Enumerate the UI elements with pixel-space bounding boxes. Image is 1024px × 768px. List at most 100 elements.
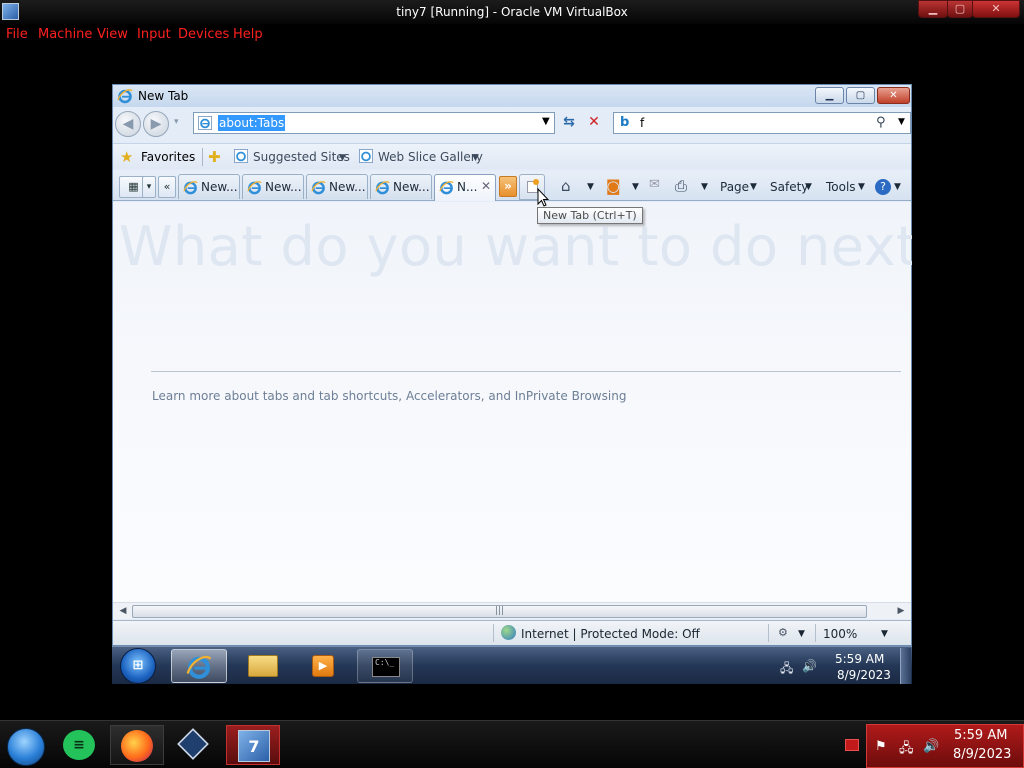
menu-machine[interactable]: Machine: [38, 27, 92, 42]
add-to-favorites-bar-icon[interactable]: ✚: [208, 148, 221, 166]
network-icon[interactable]: 🖧: [780, 659, 793, 680]
taskbar-media-player[interactable]: ▶: [296, 649, 352, 683]
address-bar[interactable]: about:Tabs ▼: [193, 112, 555, 134]
tab-active[interactable]: N... ✕: [434, 174, 496, 201]
ie-minimize-button[interactable]: ▁: [815, 87, 844, 104]
suggested-sites-link[interactable]: Suggested Sites: [253, 150, 350, 164]
chevron-down-icon[interactable]: ▼: [472, 153, 479, 163]
volume-icon[interactable]: 🔊: [802, 659, 817, 673]
chevron-down-icon[interactable]: ▼: [858, 182, 865, 192]
chevron-down-icon[interactable]: ▼: [750, 182, 757, 192]
network-icon[interactable]: 🖧: [899, 739, 914, 761]
maximize-button[interactable]: ▢: [947, 0, 973, 18]
protected-mode-icon[interactable]: ⚙: [778, 626, 788, 639]
stop-button[interactable]: ✕: [584, 114, 604, 132]
address-dropdown-icon[interactable]: ▼: [542, 116, 550, 127]
chevron-down-icon[interactable]: ▼: [881, 629, 888, 639]
tab-scroll-left-button[interactable]: «: [158, 176, 176, 198]
chevron-down-icon[interactable]: ▼: [894, 182, 901, 192]
show-desktop-button[interactable]: [900, 648, 911, 684]
chat-app-icon: ≡: [63, 730, 95, 760]
menu-help[interactable]: Help: [233, 27, 263, 42]
menu-input[interactable]: Input: [137, 27, 171, 42]
search-box[interactable]: b f ⚲ ▼: [613, 112, 911, 134]
menu-devices[interactable]: Devices: [178, 27, 229, 42]
host-clock-time[interactable]: 5:59 AM: [954, 728, 1007, 743]
firefox-icon: [121, 730, 153, 762]
start-button[interactable]: ⊞: [120, 648, 156, 684]
zoom-level[interactable]: 100%: [823, 627, 857, 641]
back-button[interactable]: ◀: [115, 111, 141, 137]
taskbar-windows-explorer[interactable]: [234, 649, 290, 683]
ie-close-button[interactable]: ✕: [877, 87, 910, 104]
learn-more-link[interactable]: Learn more about tabs and tab shortcuts,…: [152, 389, 626, 403]
search-icon[interactable]: ⚲: [876, 115, 886, 130]
folder-icon: [248, 655, 278, 677]
host-clock-date[interactable]: 8/9/2023: [953, 747, 1011, 762]
tab[interactable]: New...: [178, 174, 240, 199]
page-menu[interactable]: Page: [720, 180, 749, 194]
favorites-button[interactable]: Favorites: [141, 150, 195, 164]
safety-menu[interactable]: Safety: [770, 180, 808, 194]
tab[interactable]: New...: [242, 174, 304, 199]
new-tab-tooltip: New Tab (Ctrl+T): [537, 207, 643, 224]
action-center-flag-icon[interactable]: ⚑: [875, 739, 887, 754]
show-hidden-icons-button[interactable]: [845, 739, 859, 751]
chevron-down-icon[interactable]: ▼: [701, 182, 708, 192]
home-icon[interactable]: ⌂: [561, 177, 571, 195]
tools-menu[interactable]: Tools: [826, 180, 856, 194]
volume-icon[interactable]: 🔊: [923, 739, 939, 754]
chevron-down-icon[interactable]: ▼: [632, 182, 639, 192]
security-zone-text[interactable]: Internet | Protected Mode: Off: [521, 627, 700, 641]
help-icon[interactable]: ?: [875, 179, 891, 195]
favorites-bar: ★ Favorites ✚ Suggested Sites ▼ Web Slic…: [113, 143, 911, 169]
scrollbar-thumb[interactable]: |||: [132, 605, 867, 618]
chevron-down-icon[interactable]: ▼: [587, 182, 594, 192]
taskbar-command-prompt[interactable]: C:\_: [357, 649, 413, 683]
host-virtualbox-manager[interactable]: [167, 725, 221, 765]
print-icon[interactable]: ⎙: [675, 177, 687, 195]
guest-clock-date[interactable]: 8/9/2023: [837, 668, 891, 682]
host-start-button[interactable]: [7, 728, 45, 766]
ie-page-icon: [234, 149, 248, 163]
chevron-down-icon[interactable]: ▼: [339, 153, 346, 163]
mail-icon[interactable]: ✉: [649, 177, 660, 192]
minimize-button[interactable]: ▁: [918, 0, 948, 18]
menu-file[interactable]: File: [6, 27, 28, 42]
menu-view[interactable]: View: [97, 27, 128, 42]
back-arrow-icon: ◀: [122, 116, 134, 132]
guest-taskbar: ⊞ ▶ C:\_ 🖧 🔊 5:59 AM 8/9/2023: [112, 646, 912, 684]
chevron-down-icon[interactable]: ▼: [805, 182, 812, 192]
tab[interactable]: New...: [306, 174, 368, 199]
host-tiny7-vm[interactable]: 7: [226, 725, 280, 765]
host-system-tray: ⚑ 🖧 🔊 5:59 AM 8/9/2023: [866, 724, 1024, 768]
search-options-dropdown[interactable]: ▼: [898, 117, 905, 127]
ie-icon: [247, 181, 262, 195]
recent-pages-dropdown[interactable]: ▾: [174, 117, 179, 127]
search-input[interactable]: f: [640, 116, 644, 130]
tab-label: New...: [201, 180, 238, 194]
virtualbox-title-bar: tiny7 [Running] - Oracle VM VirtualBox ▁…: [0, 0, 1024, 24]
rss-icon[interactable]: ◙: [606, 177, 621, 195]
compatibility-refresh-button[interactable]: ⇆: [559, 114, 579, 132]
horizontal-scrollbar[interactable]: ◀ ||| ▶: [113, 602, 911, 619]
tab-label: New...: [393, 180, 430, 194]
ie-maximize-button[interactable]: ▢: [846, 87, 875, 104]
scroll-left-icon[interactable]: ◀: [116, 604, 130, 618]
tab-close-icon[interactable]: ✕: [481, 179, 491, 193]
tab-overflow-button[interactable]: »: [499, 176, 517, 197]
close-button[interactable]: ✕: [972, 0, 1020, 18]
internet-zone-globe-icon: [501, 625, 516, 640]
tab[interactable]: New...: [370, 174, 432, 199]
scroll-right-icon[interactable]: ▶: [894, 604, 908, 618]
chevron-down-icon[interactable]: ▼: [798, 629, 805, 639]
host-chat-app[interactable]: ≡: [53, 725, 107, 765]
taskbar-internet-explorer[interactable]: [171, 649, 227, 683]
tab-list-dropdown[interactable]: ▾: [142, 176, 156, 198]
host-firefox[interactable]: [110, 725, 164, 765]
content-divider: [151, 371, 901, 372]
guest-clock-time[interactable]: 5:59 AM: [835, 652, 884, 666]
web-slice-gallery-link[interactable]: Web Slice Gallery: [378, 150, 483, 164]
address-input[interactable]: about:Tabs: [218, 115, 286, 131]
forward-button[interactable]: ▶: [143, 111, 169, 137]
